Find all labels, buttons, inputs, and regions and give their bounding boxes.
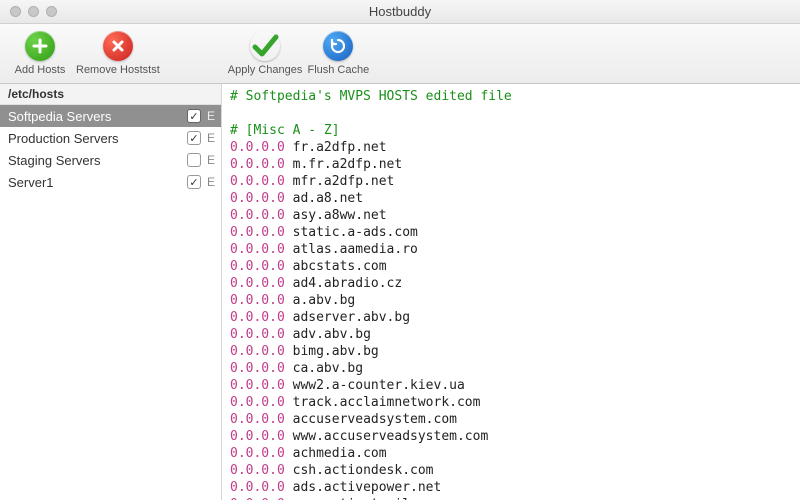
sidebar: /etc/hosts Softpedia Servers✓EProduction… — [0, 84, 222, 500]
refresh-icon — [323, 31, 353, 61]
editor-line: 0.0.0.0 adserver.abv.bg — [230, 309, 792, 326]
editor-line: 0.0.0.0 asy.a8ww.net — [230, 207, 792, 224]
close-window-icon[interactable] — [10, 6, 21, 17]
toolbar: Add Hosts Remove Hoststst Apply Changes … — [0, 24, 800, 84]
add-hosts-button[interactable]: Add Hosts — [8, 27, 72, 81]
editor-line: 0.0.0.0 track.acclaimnetwork.com — [230, 394, 792, 411]
titlebar: Hostbuddy — [0, 0, 800, 24]
edit-indicator: E — [207, 109, 215, 123]
hosts-editor[interactable]: # Softpedia's MVPS HOSTS edited file # [… — [222, 84, 800, 500]
apply-changes-label: Apply Changes — [228, 64, 303, 76]
remove-hosts-button[interactable]: Remove Hoststst — [76, 27, 160, 81]
flush-cache-button[interactable]: Flush Cache — [306, 27, 370, 81]
editor-line: 0.0.0.0 mfr.a2dfp.net — [230, 173, 792, 190]
editor-line: 0.0.0.0 bimg.abv.bg — [230, 343, 792, 360]
main-content: /etc/hosts Softpedia Servers✓EProduction… — [0, 84, 800, 500]
editor-line: 0.0.0.0 a.abv.bg — [230, 292, 792, 309]
editor-line: 0.0.0.0 accuserveadsystem.com — [230, 411, 792, 428]
window-controls — [0, 6, 57, 17]
sidebar-item[interactable]: Server1 ✓ E — [0, 171, 221, 193]
editor-line: 0.0.0.0 abcstats.com — [230, 258, 792, 275]
sidebar-item-label: Server1 — [8, 175, 54, 190]
edit-indicator: E — [207, 153, 215, 167]
editor-line: 0.0.0.0 fr.a2dfp.net — [230, 139, 792, 156]
sidebar-item-label: Staging Servers — [8, 153, 101, 168]
sidebar-item[interactable]: Softpedia Servers ✓ E — [0, 105, 221, 127]
checkbox[interactable]: ✓ — [187, 131, 201, 145]
editor-line: 0.0.0.0 ad.a8.net — [230, 190, 792, 207]
editor-line: 0.0.0.0 static.a-ads.com — [230, 224, 792, 241]
editor-line: 0.0.0.0 ad4.abradio.cz — [230, 275, 792, 292]
apply-changes-button[interactable]: Apply Changes — [228, 27, 303, 81]
checkbox[interactable]: ✓ — [187, 109, 201, 123]
checkbox[interactable] — [187, 153, 201, 167]
remove-hosts-label: Remove Hoststst — [76, 64, 160, 76]
edit-indicator: E — [207, 175, 215, 189]
editor-line: # [Misc A - Z] — [230, 122, 792, 139]
minimize-window-icon[interactable] — [28, 6, 39, 17]
editor-line: 0.0.0.0 www2.a-counter.kiev.ua — [230, 377, 792, 394]
sidebar-item-label: Production Servers — [8, 131, 119, 146]
check-icon — [250, 31, 280, 61]
editor-line: 0.0.0.0 ca.abv.bg — [230, 360, 792, 377]
editor-line: 0.0.0.0 www.accuserveadsystem.com — [230, 428, 792, 445]
editor-line: 0.0.0.0 ads.activepower.net — [230, 479, 792, 496]
flush-cache-label: Flush Cache — [307, 64, 369, 76]
edit-indicator: E — [207, 131, 215, 145]
sidebar-item-label: Softpedia Servers — [8, 109, 111, 124]
editor-line: 0.0.0.0 adv.abv.bg — [230, 326, 792, 343]
editor-line: # Softpedia's MVPS HOSTS edited file — [230, 88, 792, 105]
editor-line: 0.0.0.0 m.fr.a2dfp.net — [230, 156, 792, 173]
sidebar-item[interactable]: Staging Servers E — [0, 149, 221, 171]
editor-line: 0.0.0.0 csh.actiondesk.com — [230, 462, 792, 479]
zoom-window-icon[interactable] — [46, 6, 57, 17]
x-icon — [103, 31, 133, 61]
plus-icon — [25, 31, 55, 61]
checkbox[interactable]: ✓ — [187, 175, 201, 189]
editor-line: 0.0.0.0 app.activetrail.com — [230, 496, 792, 500]
editor-line: 0.0.0.0 atlas.aamedia.ro — [230, 241, 792, 258]
sidebar-item[interactable]: Production Servers ✓ E — [0, 127, 221, 149]
editor-line: 0.0.0.0 achmedia.com — [230, 445, 792, 462]
add-hosts-label: Add Hosts — [15, 64, 66, 76]
editor-line — [230, 105, 792, 122]
sidebar-header: /etc/hosts — [0, 84, 221, 105]
window-title: Hostbuddy — [0, 4, 800, 19]
